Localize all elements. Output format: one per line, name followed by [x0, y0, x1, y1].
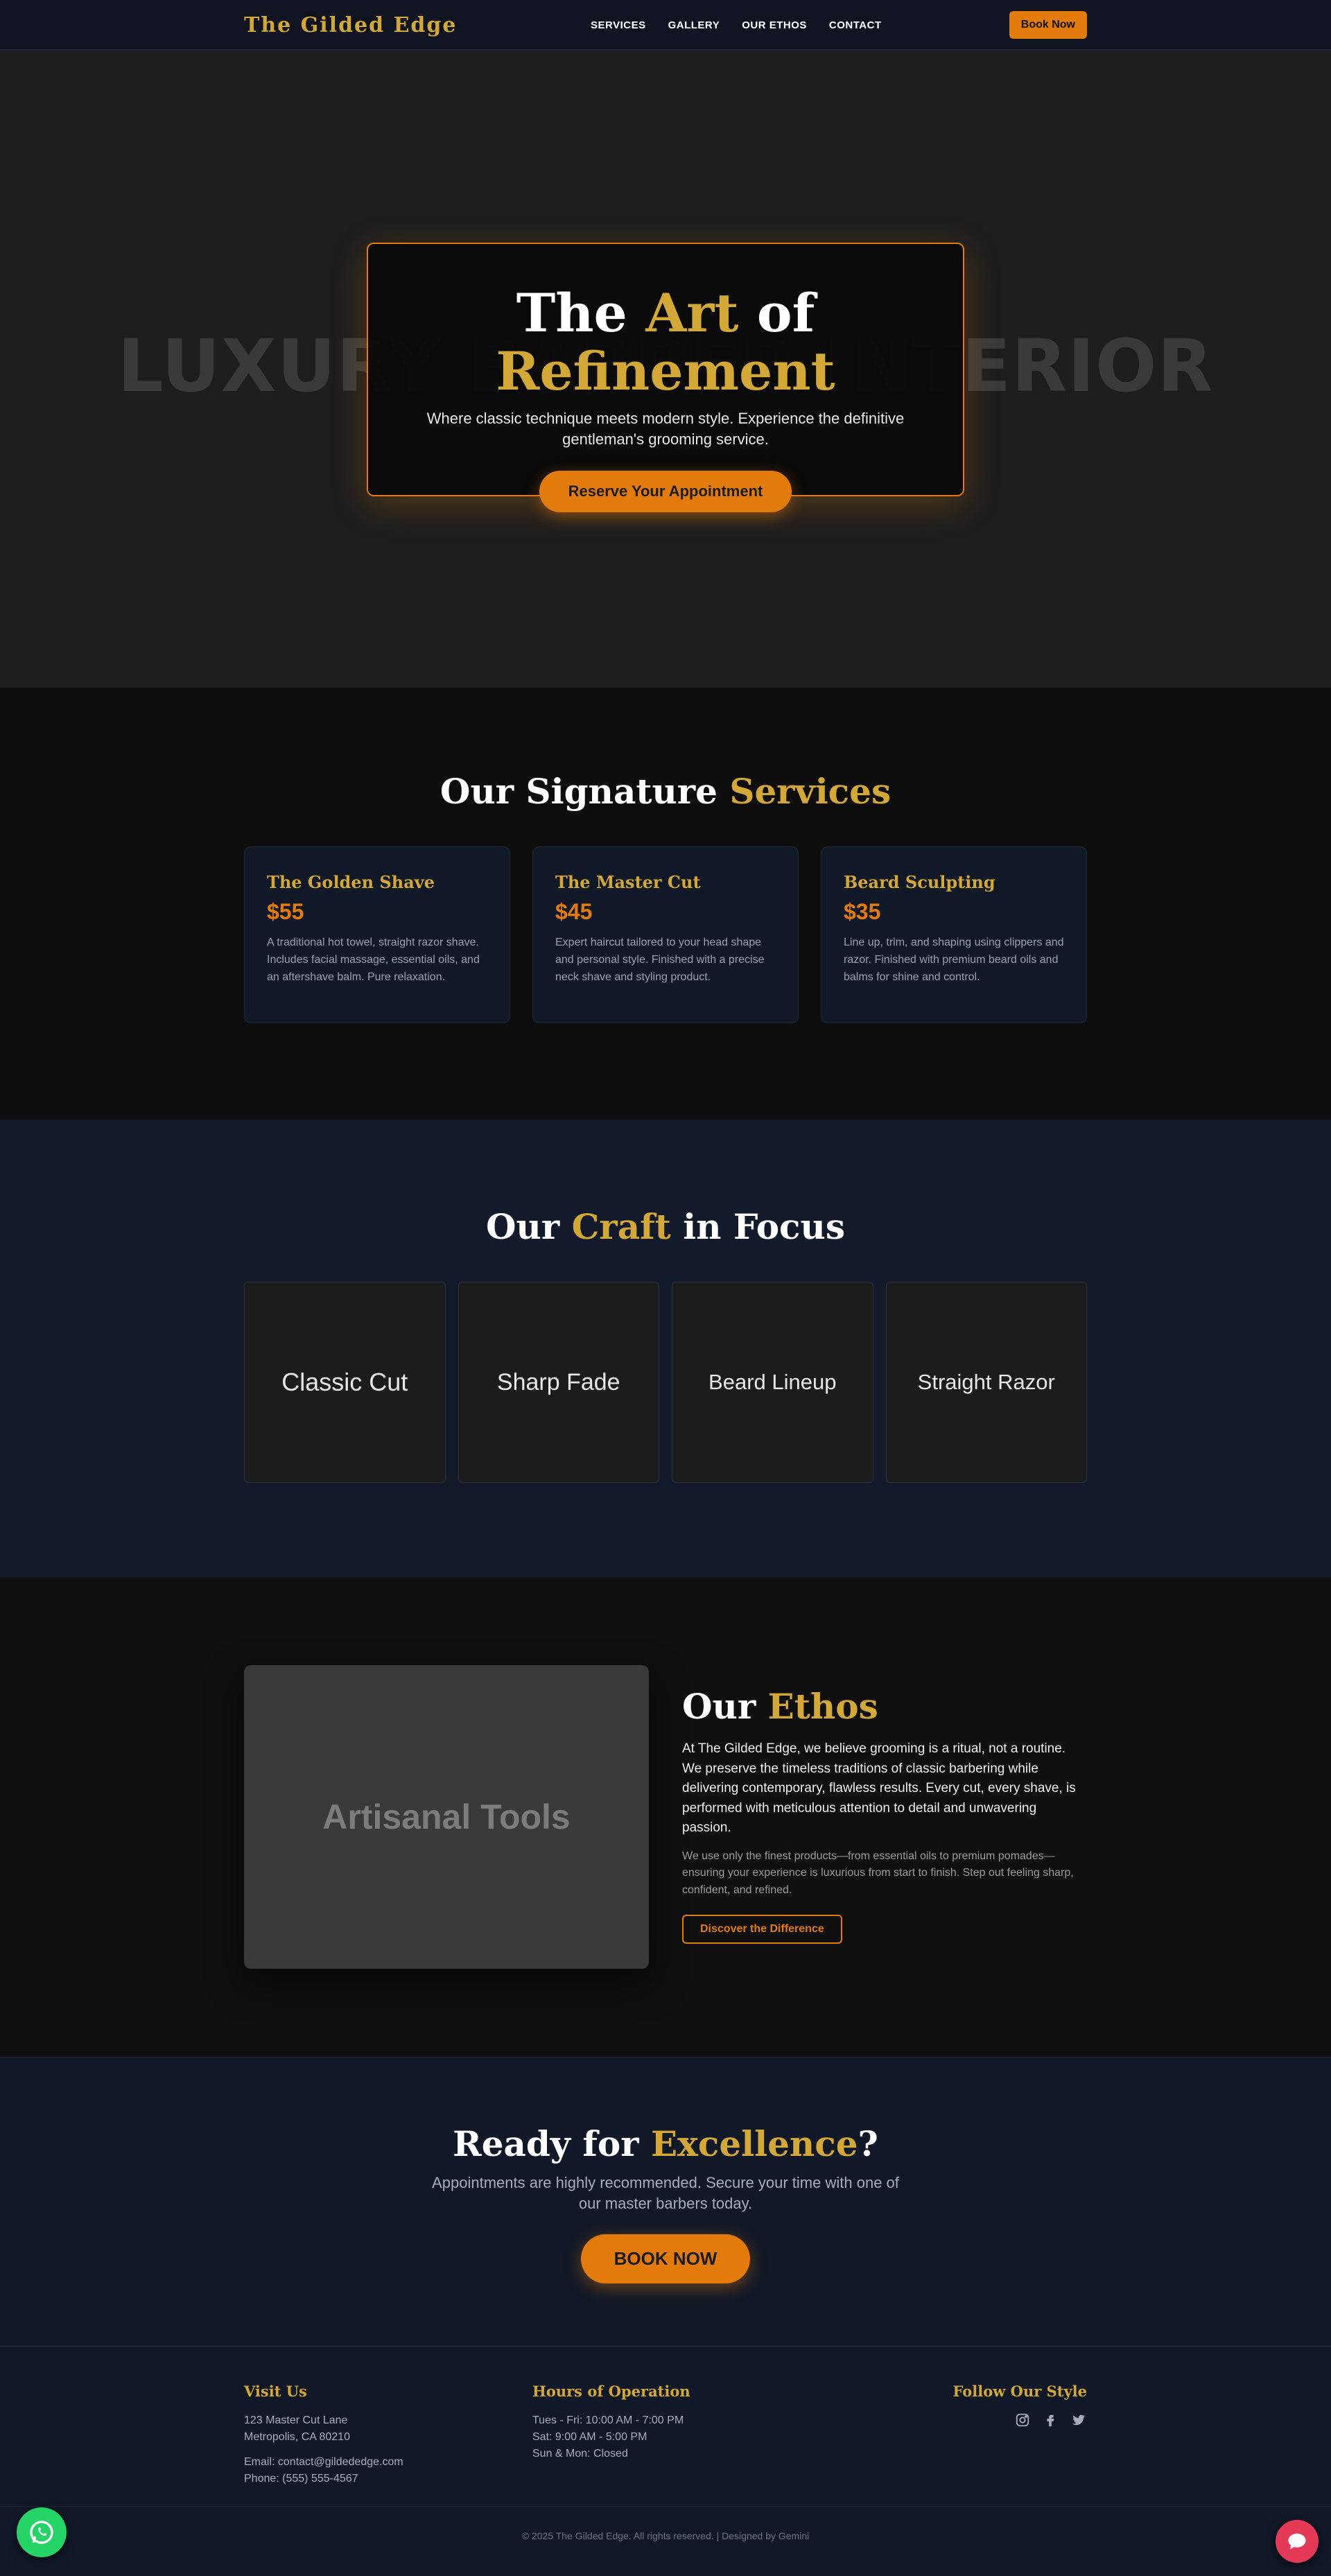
discover-button[interactable]: Discover the Difference	[682, 1914, 842, 1944]
service-price: $45	[555, 899, 593, 924]
cta-subtitle: Appointments are highly recommended. Sec…	[432, 2174, 899, 2212]
hours-line: Tues - Fri: 10:00 AM - 7:00 PM	[532, 2414, 684, 2426]
service-name: The Master Cut	[555, 872, 701, 892]
ethos-title: Our Ethos	[682, 1686, 878, 1727]
gallery-grid: Classic Cut Sharp Fade Beard Lineup Stra…	[244, 1282, 1087, 1483]
ethos-paragraph-secondary: We use only the finest products—from ess…	[682, 1850, 1074, 1897]
cta-section: Ready for Excellence? Appointments are h…	[0, 2057, 1331, 2347]
service-price: $35	[844, 899, 881, 924]
gallery-section: Our Craft in Focus Classic Cut Sharp Fad…	[0, 1120, 1331, 1577]
service-card[interactable]: The Golden Shave $55 A traditional hot t…	[244, 846, 510, 1023]
service-card[interactable]: The Master Cut $45 Expert haircut tailor…	[532, 846, 799, 1023]
ethos-content: Our Ethos At The Gilded Edge, we believe…	[682, 1665, 1087, 1969]
chat-button[interactable]	[1276, 2520, 1319, 2563]
reserve-appointment-button[interactable]: Reserve Your Appointment	[539, 470, 792, 512]
nav-ethos[interactable]: OUR ETHOS	[742, 19, 807, 31]
book-now-button[interactable]: Book Now	[1009, 11, 1087, 39]
footer-visit: Visit Us 123 Master Cut Lane Metropolis,…	[244, 2383, 532, 2506]
nav-services[interactable]: SERVICES	[591, 19, 646, 31]
footer-social: Follow Our Style	[821, 2383, 1087, 2506]
service-card[interactable]: Beard Sculpting $35 Line up, trim, and s…	[821, 846, 1087, 1023]
whatsapp-button[interactable]	[17, 2507, 67, 2557]
hours-line: Sat: 9:00 AM - 5:00 PM	[532, 2431, 647, 2443]
gallery-title: Our Craft in Focus	[485, 1206, 846, 1247]
book-now-cta-button[interactable]: BOOK NOW	[580, 2234, 751, 2284]
chat-icon	[1288, 2533, 1306, 2550]
twitter-icon[interactable]	[1070, 2412, 1087, 2432]
footer-heading: Hours of Operation	[532, 2383, 690, 2400]
email-link[interactable]: Email: contact@gildededge.com	[244, 2454, 532, 2471]
service-price: $55	[267, 899, 304, 924]
gallery-tile[interactable]: Beard Lineup	[672, 1282, 873, 1483]
facebook-icon[interactable]	[1043, 2412, 1058, 2432]
services-section: Our Signature Services The Golden Shave …	[0, 688, 1331, 1120]
address-line: 123 Master Cut Lane	[244, 2414, 348, 2426]
cta-title: Ready for Excellence?	[453, 2123, 878, 2164]
service-name: The Golden Shave	[267, 872, 435, 892]
footer-heading: Follow Our Style	[952, 2383, 1087, 2400]
gallery-tile[interactable]: Sharp Fade	[458, 1282, 659, 1483]
service-description: Expert haircut tailored to your head sha…	[555, 937, 765, 983]
services-grid: The Golden Shave $55 A traditional hot t…	[244, 846, 1087, 1023]
ethos-paragraph: At The Gilded Edge, we believe grooming …	[682, 1741, 1076, 1835]
hero-subtitle: Where classic technique meets modern sty…	[426, 410, 905, 448]
phone-link[interactable]: Phone: (555) 555-4567	[244, 2471, 532, 2487]
gallery-tile[interactable]: Classic Cut	[244, 1282, 446, 1483]
address-line: Metropolis, CA 80210	[244, 2431, 350, 2443]
service-name: Beard Sculpting	[844, 872, 995, 892]
hero-title: The Art of Refinement	[496, 282, 835, 402]
service-description: Line up, trim, and shaping using clipper…	[844, 937, 1064, 983]
nav-gallery[interactable]: GALLERY	[668, 19, 720, 31]
hero-section: LUXURY BARBER INTERIOR The Art of Refine…	[0, 50, 1331, 688]
services-title: Our Signature Services	[440, 771, 891, 812]
site-footer: Visit Us 123 Master Cut Lane Metropolis,…	[0, 2347, 1331, 2576]
site-logo[interactable]: The Gilded Edge	[244, 13, 457, 37]
ethos-image: Artisanal Tools	[244, 1665, 649, 1969]
whatsapp-icon	[30, 2521, 53, 2544]
footer-hours: Hours of Operation Tues - Fri: 10:00 AM …	[532, 2383, 821, 2506]
gallery-tile[interactable]: Straight Razor	[885, 1282, 1087, 1483]
copyright: © 2025 The Gilded Edge. All rights reser…	[0, 2506, 1331, 2541]
instagram-icon[interactable]	[1015, 2412, 1030, 2432]
nav-contact[interactable]: CONTACT	[829, 19, 882, 31]
hero-card: The Art of Refinement Where classic tech…	[367, 243, 964, 512]
hours-line: Sun & Mon: Closed	[532, 2448, 628, 2460]
site-header: The Gilded Edge SERVICES GALLERY OUR ETH…	[0, 0, 1331, 50]
footer-heading: Visit Us	[244, 2383, 307, 2400]
service-description: A traditional hot towel, straight razor …	[267, 937, 480, 983]
ethos-section: Artisanal Tools Our Ethos At The Gilded …	[0, 1577, 1331, 2057]
main-nav: SERVICES GALLERY OUR ETHOS CONTACT	[591, 0, 882, 50]
